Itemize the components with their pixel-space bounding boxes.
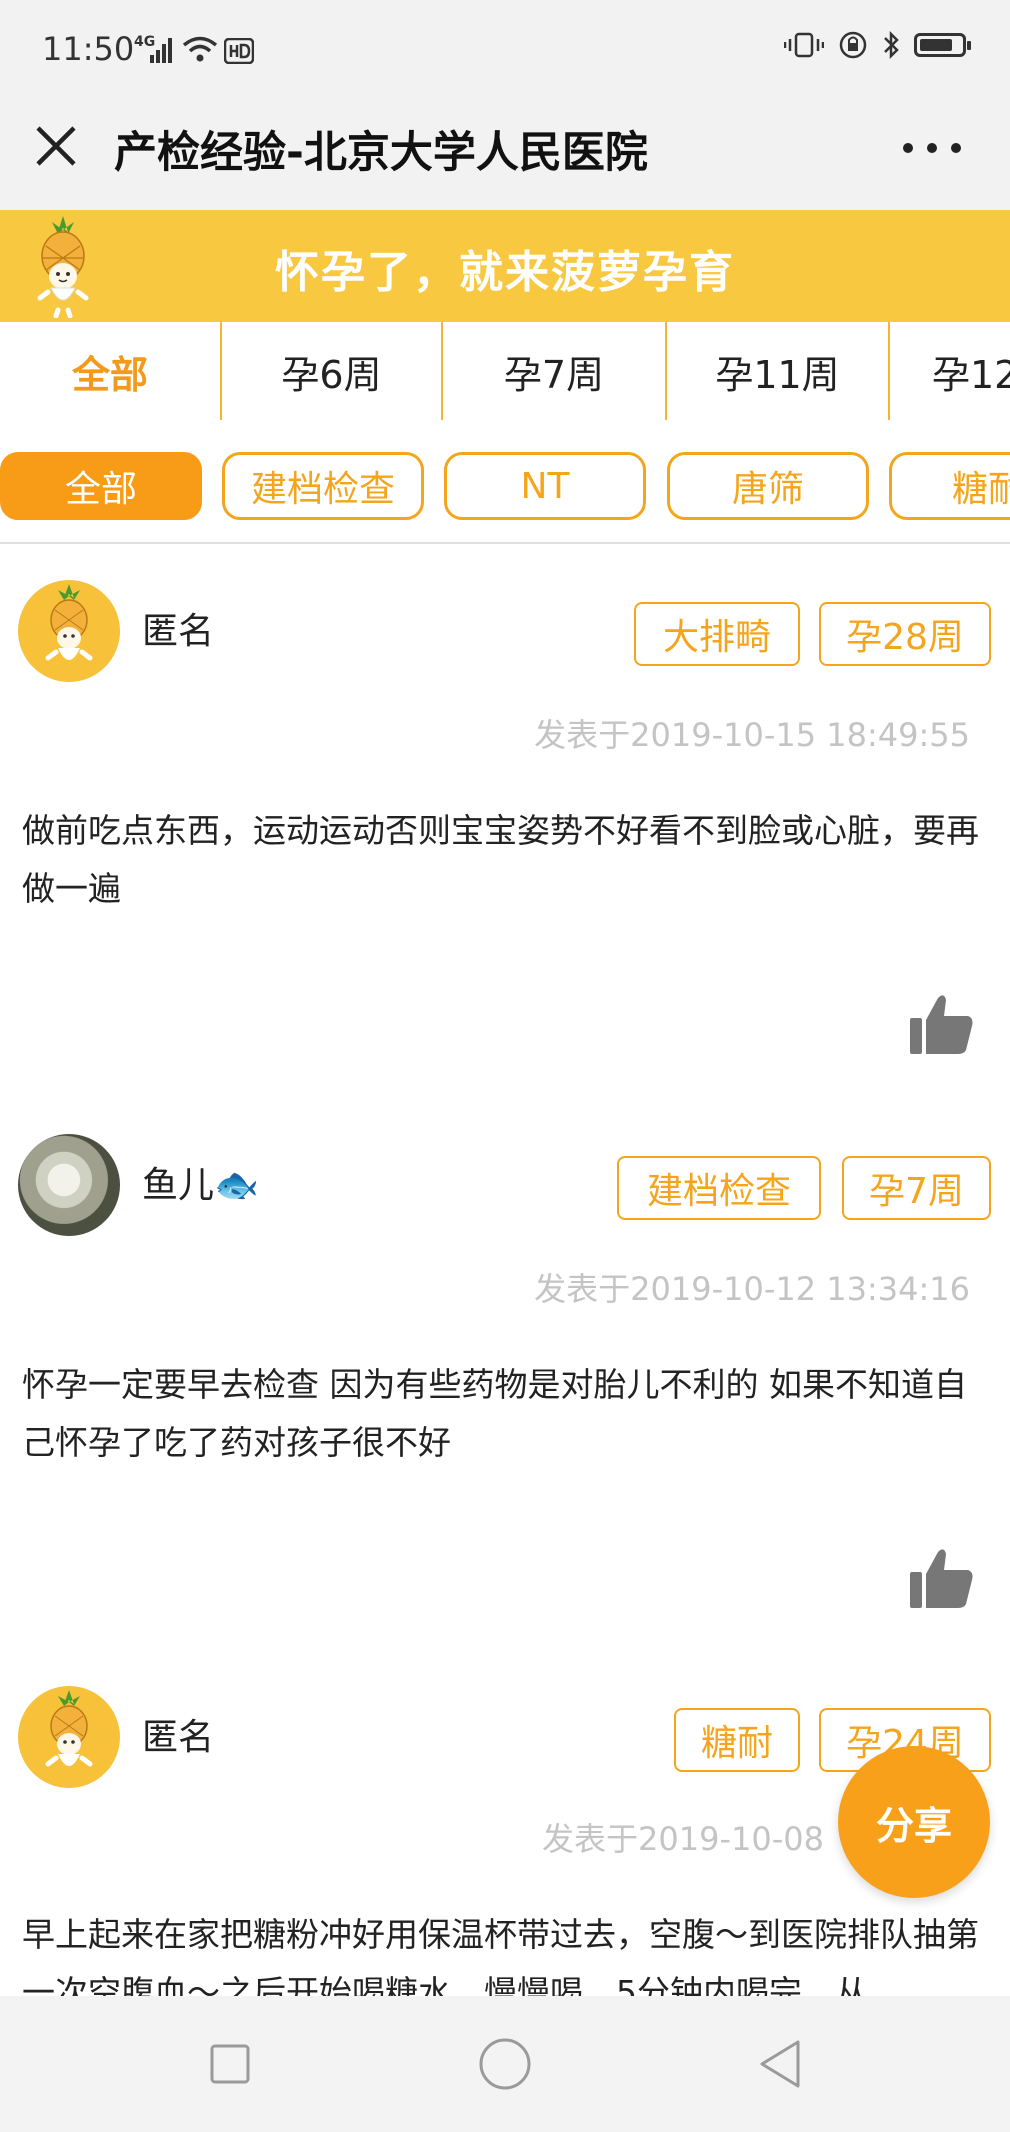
- lock-rotation-icon: [839, 31, 867, 59]
- close-icon[interactable]: [28, 118, 84, 174]
- username: 鱼儿🐟: [142, 1165, 259, 1206]
- avatar[interactable]: [18, 1134, 120, 1236]
- pineapple-avatar-icon: [45, 1690, 93, 1767]
- more-icon[interactable]: [892, 128, 972, 168]
- category-filter-bar: 全部 建档检查 NT 唐筛 糖耐: [0, 420, 1010, 544]
- tab-week-11[interactable]: 孕11周: [667, 322, 890, 420]
- tab-week-12[interactable]: 孕12周: [890, 322, 1010, 420]
- post-tag-week[interactable]: 孕7周: [842, 1156, 991, 1220]
- bluetooth-icon: [884, 30, 899, 60]
- post-card: 鱼儿🐟 建档检查 孕7周 发表于2019-10-12 13:34:16 怀孕一定…: [0, 1134, 1010, 1634]
- post-timestamp: 发表于2019-10-15 18:49:55: [534, 716, 970, 754]
- username: 匿名: [142, 611, 215, 652]
- filter-chip-down-screening[interactable]: 唐筛: [667, 452, 869, 520]
- avatar[interactable]: [18, 1686, 120, 1788]
- post-text: 怀孕一定要早去检查 因为有些药物是对胎儿不利的 如果不知道自己怀孕了吃了药对孩子…: [22, 1365, 967, 1462]
- status-time: 11:50: [42, 30, 135, 68]
- square-icon[interactable]: [200, 2034, 260, 2094]
- wifi-icon: [182, 36, 218, 62]
- post-tag-exam[interactable]: 建档检查: [617, 1156, 821, 1220]
- post-tag-exam[interactable]: 糖耐: [674, 1708, 800, 1772]
- banner-slogan: 怀孕了，就来菠萝孕育: [275, 247, 735, 298]
- vibrate-icon: [784, 32, 824, 58]
- filter-chip-registration[interactable]: 建档检查: [222, 452, 424, 520]
- thumbs-up-icon[interactable]: [908, 990, 976, 1058]
- username: 匿名: [142, 1717, 215, 1758]
- filter-chip-all[interactable]: 全部: [0, 452, 202, 520]
- post-timestamp: 发表于2019-10-12 13:34:16: [534, 1270, 970, 1308]
- status-bar: 11:50 4G: [0, 0, 1010, 100]
- tab-week-6[interactable]: 孕6周: [222, 322, 443, 420]
- week-tab-bar: 全部 孕6周 孕7周 孕11周 孕12周: [0, 322, 1010, 422]
- post-tag-exam[interactable]: 大排畸: [634, 602, 800, 666]
- filter-chip-glucose[interactable]: 糖耐: [889, 452, 1010, 520]
- tab-all-weeks[interactable]: 全部: [0, 322, 222, 420]
- post-text: 做前吃点东西，运动运动否则宝宝姿势不好看不到脸或心脏，要再做一遍: [22, 811, 979, 908]
- signal-icon: [150, 38, 172, 63]
- thumbs-up-icon[interactable]: [908, 1544, 976, 1612]
- share-button[interactable]: 分享: [838, 1746, 990, 1898]
- promo-banner[interactable]: 怀孕了，就来菠萝孕育: [0, 210, 1010, 322]
- hd-icon: [224, 38, 254, 64]
- filter-chip-nt[interactable]: NT: [444, 452, 646, 520]
- avatar[interactable]: [18, 580, 120, 682]
- system-nav-bar: [0, 1996, 1010, 2132]
- triangle-back-icon[interactable]: [750, 2034, 810, 2094]
- post-tag-week[interactable]: 孕28周: [819, 602, 991, 666]
- post-card: 匿名 大排畸 孕28周 发表于2019-10-15 18:49:55 做前吃点东…: [0, 580, 1010, 1080]
- circle-icon[interactable]: [475, 2034, 535, 2094]
- page-title: 产检经验-北京大学人民医院: [114, 128, 648, 178]
- post-text: 早上起来在家把糖粉冲好用保温杯带过去，空腹～到医院排队抽第一次空腹血～之后开始喝…: [22, 1915, 979, 1996]
- tab-week-7[interactable]: 孕7周: [443, 322, 667, 420]
- pineapple-avatar-icon: [45, 584, 93, 661]
- post-timestamp: 发表于2019-10-08: [542, 1820, 824, 1858]
- battery-icon: [914, 33, 971, 57]
- title-bar: 产检经验-北京大学人民医院: [0, 100, 1010, 210]
